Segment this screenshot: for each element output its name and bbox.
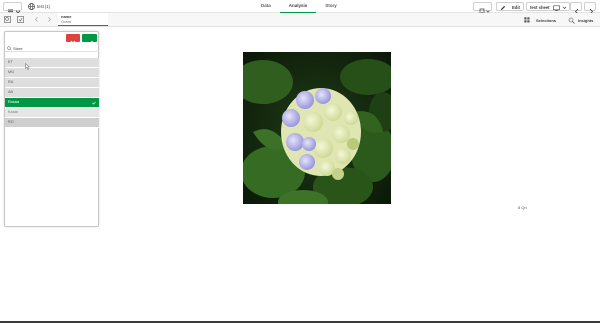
status-text: 8 Qn	[518, 205, 527, 210]
app-title[interactable]: test (1)	[37, 4, 50, 9]
mouse-cursor-icon	[25, 63, 30, 70]
smart-search-icon[interactable]	[4, 16, 11, 23]
global-menu-button[interactable]	[3, 2, 22, 14]
selections-tool-icon[interactable]	[17, 16, 24, 23]
confirm-selection-button[interactable]	[82, 34, 97, 46]
selections-panel-icon[interactable]	[524, 17, 530, 23]
bookmark-menu-button[interactable]	[473, 2, 492, 15]
list-item[interactable]: MG	[5, 68, 99, 78]
insights-icon[interactable]	[568, 17, 575, 24]
search-icon	[7, 45, 12, 51]
pencil-icon	[501, 5, 506, 10]
search-field[interactable]: Store	[5, 44, 99, 52]
selections-label[interactable]: Selections	[536, 18, 556, 23]
next-sheet-button[interactable]	[584, 2, 596, 15]
list-item[interactable]: RO	[5, 118, 99, 128]
tab-data[interactable]: Data	[252, 0, 280, 13]
sheet-label: test sheet	[530, 4, 550, 10]
step-back-icon[interactable]	[34, 17, 39, 22]
list-item[interactable]: AB	[5, 88, 99, 98]
tab-story[interactable]: Story	[316, 0, 346, 13]
sheet-selector-button[interactable]: test sheet	[526, 2, 570, 11]
top-toolbar: test (1) Data Analysis Story Edit test s…	[0, 0, 600, 15]
selections-toolbar: name Closed Selections Insights	[0, 13, 600, 27]
cancel-selection-button[interactable]	[66, 34, 80, 46]
current-selection-chip[interactable]: name Closed	[58, 13, 108, 26]
main-tabs: Data Analysis Story	[252, 0, 346, 13]
list-item-selected[interactable]: Rosaa	[5, 98, 99, 108]
hydrangea-flower-image	[243, 52, 391, 204]
edit-button[interactable]: Edit	[496, 2, 524, 11]
sheets-icon	[553, 5, 567, 11]
globe-icon	[28, 3, 35, 10]
list-item[interactable]: RA	[5, 78, 99, 88]
list-item[interactable]: Kaala	[5, 108, 99, 118]
edit-label: Edit	[512, 4, 520, 10]
selection-field-name: name	[61, 14, 72, 19]
selection-field-value: Closed	[61, 19, 72, 24]
filter-listbox: Store ET MG RA AB Rosaa Kaala RO	[4, 31, 99, 227]
step-forward-icon[interactable]	[47, 17, 52, 22]
tab-analysis[interactable]: Analysis	[279, 0, 317, 13]
image-object[interactable]	[243, 52, 391, 204]
previous-sheet-button[interactable]	[570, 2, 582, 15]
list-item[interactable]: ET	[5, 58, 99, 68]
checkmark-icon	[92, 101, 96, 105]
insights-label[interactable]: Insights	[578, 18, 593, 23]
search-input[interactable]: Store	[13, 46, 23, 51]
